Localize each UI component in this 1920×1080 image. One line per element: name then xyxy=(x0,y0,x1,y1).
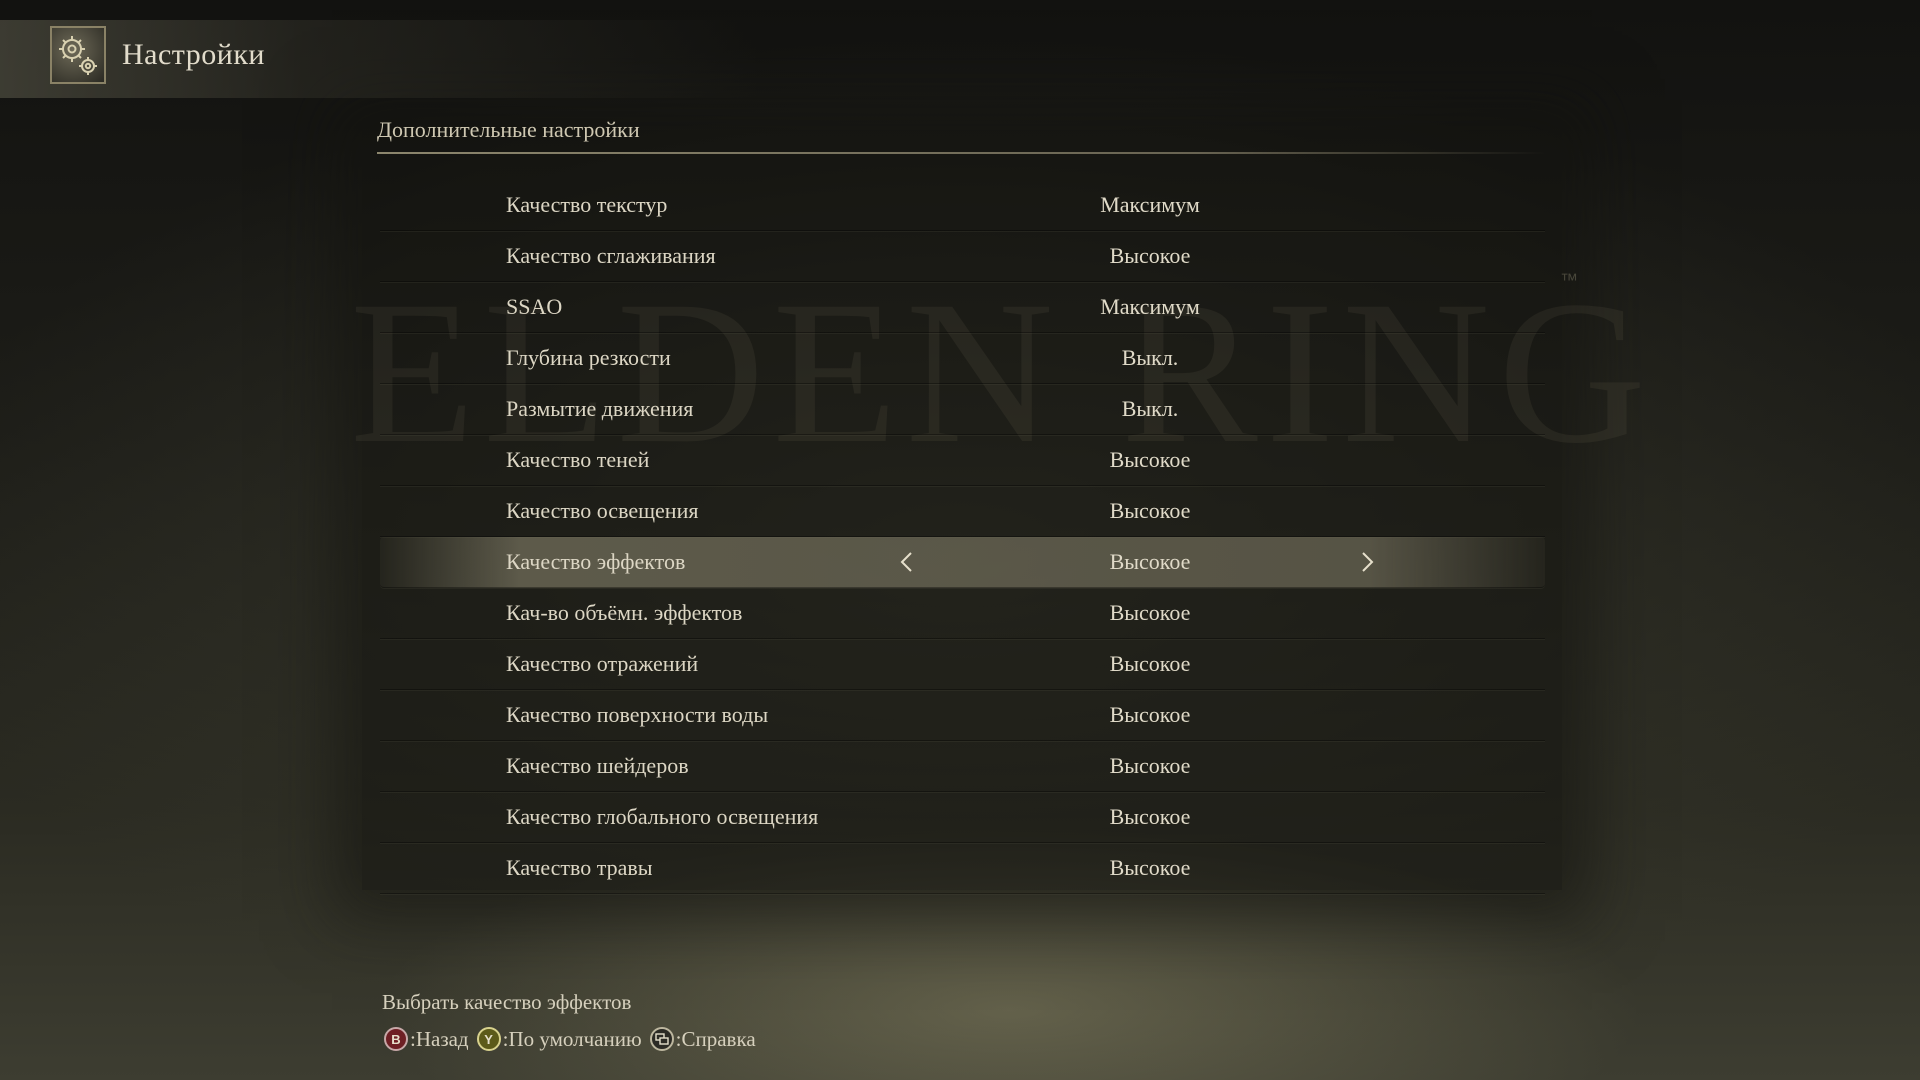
gears-icon xyxy=(50,26,106,84)
setting-value: Высокое xyxy=(1109,855,1191,880)
setting-row-grass-quality[interactable]: Качество травы Высокое xyxy=(380,843,1545,894)
setting-row-lighting-quality[interactable]: Качество освещения Высокое xyxy=(380,486,1545,537)
chevron-right-icon[interactable] xyxy=(1357,550,1377,574)
trademark-mark: ™ xyxy=(1560,270,1578,290)
setting-label: Размытие движения xyxy=(506,396,694,421)
setting-value: Выкл. xyxy=(1121,345,1179,370)
setting-label: Качество отражений xyxy=(506,651,699,676)
help-description: Выбрать качество эффектов xyxy=(382,990,632,1014)
setting-row-ssao[interactable]: SSAO Максимум xyxy=(380,282,1545,333)
default-hint[interactable]: :По умолчанию xyxy=(503,1027,642,1052)
setting-label: Качество теней xyxy=(506,447,650,472)
section-divider xyxy=(377,152,1547,154)
setting-label: Качество текстур xyxy=(506,192,668,217)
settings-list: Качество текстур Максимум Качество сглаж… xyxy=(380,180,1545,894)
setting-value: Высокое xyxy=(1109,549,1191,574)
button-hints: B :Назад Y :По умолчанию :Справка xyxy=(384,1024,764,1054)
setting-label: SSAO xyxy=(506,294,563,319)
setting-value: Высокое xyxy=(1109,498,1191,523)
setting-label: Качество глобального освещения xyxy=(506,804,819,829)
setting-row-global-illumination-quality[interactable]: Качество глобального освещения Высокое xyxy=(380,792,1545,843)
view-button-icon xyxy=(649,1027,674,1051)
chevron-left-icon[interactable] xyxy=(897,550,917,574)
page-title: Настройки xyxy=(122,38,265,71)
setting-label: Качество эффектов xyxy=(506,549,686,574)
setting-row-effects-quality[interactable]: Качество эффектов Высокое xyxy=(380,537,1545,588)
setting-label: Качество освещения xyxy=(506,498,699,523)
setting-label: Качество шейдеров xyxy=(506,753,689,778)
setting-value: Высокое xyxy=(1109,243,1191,268)
setting-value: Высокое xyxy=(1109,651,1191,676)
back-hint[interactable]: :Назад xyxy=(410,1027,469,1052)
setting-label: Качество травы xyxy=(506,855,653,880)
header-bar xyxy=(0,20,760,98)
section-title: Дополнительные настройки xyxy=(377,117,640,142)
setting-value: Высокое xyxy=(1109,753,1191,778)
setting-row-depth-of-field[interactable]: Глубина резкости Выкл. xyxy=(380,333,1545,384)
setting-value: Выкл. xyxy=(1121,396,1179,421)
setting-row-motion-blur[interactable]: Размытие движения Выкл. xyxy=(380,384,1545,435)
y-button-icon: Y xyxy=(476,1027,501,1051)
setting-row-water-surface-quality[interactable]: Качество поверхности воды Высокое xyxy=(380,690,1545,741)
setting-row-shader-quality[interactable]: Качество шейдеров Высокое xyxy=(380,741,1545,792)
setting-row-texture-quality[interactable]: Качество текстур Максимум xyxy=(380,180,1545,231)
setting-value: Максимум xyxy=(1100,192,1200,217)
help-hint[interactable]: :Справка xyxy=(676,1027,756,1052)
setting-label: Глубина резкости xyxy=(506,345,671,370)
setting-label: Качество сглаживания xyxy=(506,243,716,268)
setting-value: Высокое xyxy=(1109,702,1191,727)
setting-value: Высокое xyxy=(1109,447,1191,472)
setting-value: Высокое xyxy=(1109,600,1191,625)
setting-row-reflection-quality[interactable]: Качество отражений Высокое xyxy=(380,639,1545,690)
setting-row-volumetric-effects-quality[interactable]: Кач-во объёмн. эффектов Высокое xyxy=(380,588,1545,639)
b-button-icon: B xyxy=(384,1027,408,1051)
setting-value: Высокое xyxy=(1109,804,1191,829)
setting-label: Кач-во объёмн. эффектов xyxy=(506,600,743,625)
setting-value: Максимум xyxy=(1100,294,1200,319)
setting-row-shadow-quality[interactable]: Качество теней Высокое xyxy=(380,435,1545,486)
setting-label: Качество поверхности воды xyxy=(506,702,769,727)
setting-row-antialiasing-quality[interactable]: Качество сглаживания Высокое xyxy=(380,231,1545,282)
